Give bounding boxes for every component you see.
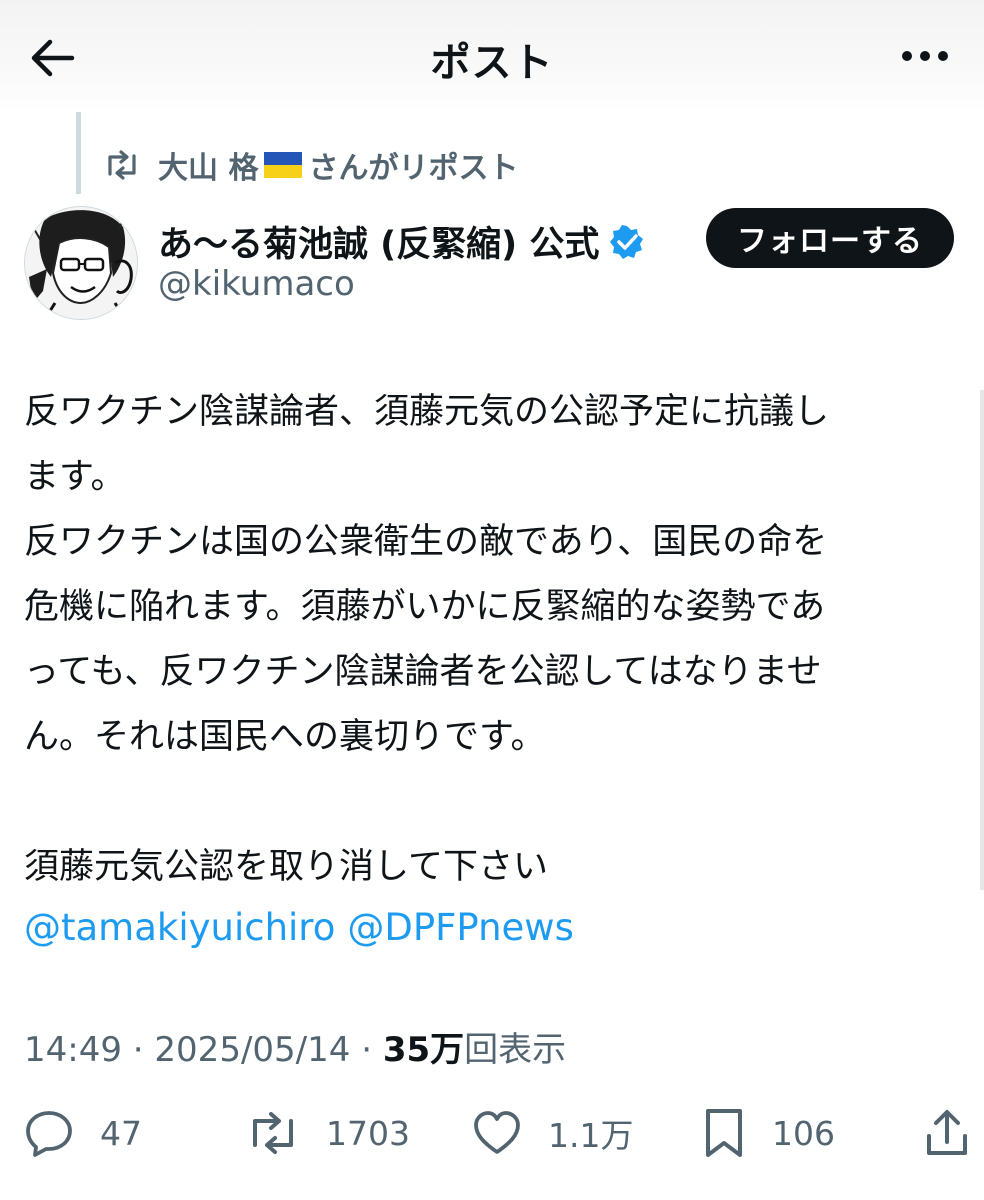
mention-link[interactable]: @DPFPnews [347,906,574,949]
heart-icon [474,1111,520,1154]
post-line: 反ワクチン陰謀論者、須藤元気の公認予定に抗議し [24,392,830,432]
repost-user[interactable]: 大山 格 [158,143,258,187]
reply-button[interactable]: 47 [24,1106,142,1160]
view-label: 回表示 [464,1030,567,1070]
mention-link[interactable]: @tamakiyuichiro [24,906,335,949]
meta-separator: · [361,1030,373,1070]
view-count[interactable]: 35万 [383,1030,464,1070]
share-icon [927,1110,967,1155]
post-line: ます。 [24,457,126,497]
manga-portrait-icon [25,207,137,319]
post-meta: 14:49 · 2025/05/14 · 35万回表示 [24,1022,566,1071]
author-name-text[interactable]: あ〜る菊池誠 (反緊縮) 公式 [158,216,599,267]
repost-count: 1703 [326,1113,410,1153]
ukraine-flag-icon [264,152,303,178]
repost-icon [108,150,136,180]
author-name[interactable]: あ〜る菊池誠 (反緊縮) 公式 [158,216,645,267]
repost-context[interactable]: 大山 格 さんがリポスト [104,143,518,187]
bookmark-count: 106 [772,1113,835,1153]
like-count: 1.1万 [548,1116,634,1155]
reply-icon [26,1111,72,1157]
top-bar: ポスト [0,0,984,112]
post-line: 須藤元気公認を取り消して下さい [24,847,548,887]
bookmark-icon [706,1109,742,1157]
more-options-icon[interactable] [900,40,950,72]
scroll-indicator[interactable] [980,390,984,890]
like-button[interactable]: 1.1万 [472,1106,633,1160]
mention-links: @tamakiyuichiro @DPFPnews [24,898,586,958]
post-line: 危機に陥れます。須藤がいかに反緊縮的な姿勢であ [24,587,826,627]
repost-suffix: さんがリポスト [308,151,519,186]
bookmark-button[interactable]: 106 [702,1106,835,1160]
meta-separator: · [132,1030,144,1070]
thread-connector [76,112,81,194]
page-title: ポスト [430,40,554,86]
post-time[interactable]: 14:49 [24,1030,122,1070]
repost-button[interactable]: 1703 [246,1106,410,1160]
verified-badge-icon [610,224,644,259]
author-handle[interactable]: @kikumaco [158,264,355,304]
post-line: っても、反ワクチン陰謀論者を公認してはなりませ [24,652,822,692]
repost-icon [253,1112,293,1154]
post-line: 反ワクチンは国の公衆衛生の敵であり、国民の命を [24,522,828,562]
post-line: ん。それは国民への裏切りです。 [24,717,546,757]
avatar[interactable] [24,206,138,320]
share-button[interactable] [924,1106,984,1160]
post-date[interactable]: 2025/05/14 [154,1030,350,1070]
follow-button[interactable]: フォローする [706,208,954,268]
post-text: 反ワクチン陰謀論者、須藤元気の公認予定に抗議し ます。 反ワクチンは国の公衆衛生… [24,380,962,900]
reply-count: 47 [100,1113,142,1153]
